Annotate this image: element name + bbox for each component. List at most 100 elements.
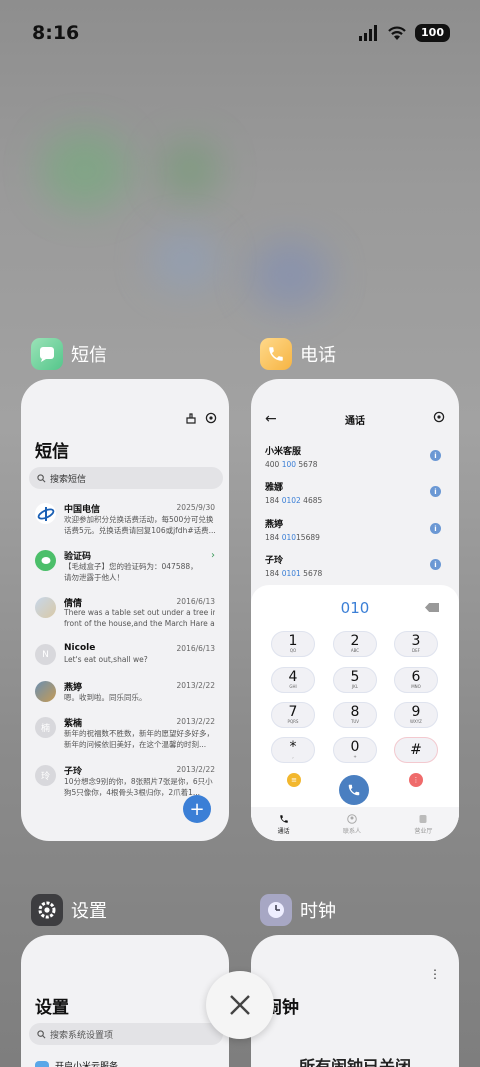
app-label-settings[interactable]: 设置	[31, 894, 107, 926]
sms-header-icons	[185, 412, 217, 424]
avatar	[35, 681, 56, 702]
dial-key-6[interactable]: 6 MNO	[394, 667, 438, 693]
message-preview: 新年的问候依旧美好，在这个温馨的时刻...	[64, 740, 207, 749]
background-blur	[40, 130, 130, 210]
app-label-phone[interactable]: 电话	[260, 338, 336, 370]
phone-tab-bar: 通话 联系人 营业厅	[251, 807, 459, 841]
dial-key-4[interactable]: 4 GHI	[271, 667, 315, 693]
dial-key-7[interactable]: 7 PQRS	[271, 702, 315, 728]
chat-bubble-icon	[35, 550, 56, 571]
settings-app-name: 设置	[71, 901, 107, 922]
sms-page-title: 短信	[35, 442, 69, 462]
contact-number: 184 0101 5678	[265, 569, 323, 578]
settings-search-input[interactable]: 搜索系统设置项	[29, 1023, 223, 1045]
contact-item[interactable]: 子玲 184 0101 5678 i	[265, 553, 445, 583]
info-icon[interactable]: i	[430, 486, 441, 497]
settings-app-card[interactable]: 设置 搜索系统设置项 开启小米云服务	[21, 935, 229, 1067]
app-label-sms[interactable]: 短信	[31, 338, 107, 370]
call-button[interactable]	[339, 775, 369, 805]
contact-item[interactable]: 雅娜 184 0102 4685 i	[265, 480, 445, 510]
info-icon[interactable]: i	[430, 559, 441, 570]
message-preview: front of the house,and the March Hare an…	[64, 619, 215, 628]
phone-app-card[interactable]: ← 通话 小米客服 400 100 5678 i 雅娜 184 0102 468…	[251, 379, 459, 841]
close-icon	[230, 995, 250, 1015]
contact-name: 燕婷	[265, 520, 284, 530]
sms-app-card[interactable]: 短信 搜索短信 中国电信 2025/9/30 欢迎参加积分兑换话费活动，每500…	[21, 379, 229, 841]
dial-key-0[interactable]: 0 +	[333, 737, 377, 763]
settings-gear-icon[interactable]	[433, 411, 445, 423]
settings-item-cloud[interactable]: 开启小米云服务	[35, 1059, 118, 1067]
contacts-icon	[347, 813, 357, 824]
more-options-icon[interactable]: ⋮	[429, 967, 441, 981]
keypad-toggle-icon[interactable]: ⋮	[409, 773, 423, 787]
phone-page-title: 通话	[345, 416, 365, 427]
contact-name: 雅娜	[265, 483, 284, 493]
status-bar: 8:16 100	[0, 0, 480, 66]
clock-app-card[interactable]: ⋮ 闹钟 所有闹钟已关闭	[251, 935, 459, 1067]
avatar: 楠	[35, 717, 56, 738]
info-icon[interactable]: i	[430, 523, 441, 534]
dial-key-9[interactable]: 9 WXYZ	[394, 702, 438, 728]
signal-icon	[359, 25, 378, 41]
phone-icon	[279, 814, 288, 823]
message-preview: 嗯。收到啦。同乐同乐。	[64, 693, 147, 702]
background-blur	[250, 240, 330, 310]
dialpad: 010 1 QO 2 ABC 3 DEF 4 GHI 5 JKL 6 MNO 7 PQRS 8…	[251, 585, 459, 841]
message-date: 2013/2/22	[176, 765, 215, 774]
dial-key-1[interactable]: 1 QO	[271, 631, 315, 657]
message-preview: 话费5元。兑换话费请回复106或jfdh#话费...	[64, 526, 215, 535]
app-label-clock[interactable]: 时钟	[260, 894, 336, 926]
search-icon	[37, 1029, 46, 1038]
sms-search-input[interactable]: 搜索短信	[29, 467, 223, 489]
message-item[interactable]: 验证码 › 【毛绒盒子】您的验证码为：047588， 请勿泄露于他人！	[35, 550, 215, 594]
tab-calls[interactable]: 通话	[278, 814, 290, 835]
cloud-icon	[35, 1060, 49, 1067]
settings-gear-icon[interactable]	[205, 412, 217, 424]
sms-app-name: 短信	[71, 345, 107, 366]
wifi-icon	[388, 26, 406, 40]
clear-all-button[interactable]	[206, 971, 274, 1039]
dial-key-8[interactable]: 8 TUV	[333, 702, 377, 728]
status-time: 8:16	[32, 22, 80, 44]
battery-indicator: 100	[415, 24, 450, 42]
telecom-logo-icon	[35, 503, 56, 524]
alarm-empty-text: 所有闹钟已关闭	[298, 1057, 411, 1067]
info-icon[interactable]: i	[430, 450, 441, 461]
chevron-right-icon: ›	[211, 550, 215, 561]
dial-key-3[interactable]: 3 DEF	[394, 631, 438, 657]
avatar: 玲	[35, 765, 56, 786]
tab-business-hall[interactable]: 营业厅	[414, 814, 432, 835]
menu-icon[interactable]: ≡	[287, 773, 301, 787]
sms-app-icon	[31, 338, 63, 370]
dial-key-2[interactable]: 2 ABC	[333, 631, 377, 657]
message-item[interactable]: 楠 紫楠 2013/2/22 新年的祝福数不胜数，新年的愿望好多好多， 新年的问…	[35, 717, 215, 761]
dial-key-5[interactable]: 5 JKL	[333, 667, 377, 693]
message-date: 2013/2/22	[176, 681, 215, 690]
phone-app-name: 电话	[300, 345, 336, 366]
background-blur	[150, 230, 220, 290]
message-item[interactable]: 倩倩 2016/6/13 There was a table set out u…	[35, 597, 215, 641]
message-preview: 10分想念9别的你，8张照片7张是你，6只小	[64, 777, 213, 786]
contact-name: 小米客服	[265, 447, 302, 457]
message-preview: 【毛绒盒子】您的验证码为：047588，	[64, 562, 198, 571]
new-message-button[interactable]: +	[183, 795, 211, 823]
message-sender: Nicole	[64, 643, 96, 653]
settings-item-label: 开启小米云服务	[55, 1062, 119, 1067]
avatar: N	[35, 644, 56, 665]
tab-contacts[interactable]: 联系人	[343, 813, 361, 835]
search-placeholder: 搜索短信	[50, 474, 87, 485]
contact-item[interactable]: 小米客服 400 100 5678 i	[265, 444, 445, 474]
message-preview: There was a table set out under a tree i…	[64, 608, 215, 617]
contact-number: 184 0102 4685	[265, 496, 323, 505]
cleanup-icon[interactable]	[185, 412, 197, 424]
message-preview: 欢迎参加积分兑换话费活动，每500分可兑换	[64, 515, 214, 524]
message-item[interactable]: 中国电信 2025/9/30 欢迎参加积分兑换话费活动，每500分可兑换 话费5…	[35, 503, 215, 547]
clock-app-name: 时钟	[300, 901, 336, 922]
contact-item[interactable]: 燕婷 184 01015689 i	[265, 517, 445, 547]
dial-key-hash[interactable]: #	[394, 737, 438, 763]
clock-app-icon	[260, 894, 292, 926]
dial-key-star[interactable]: *,	[271, 737, 315, 763]
store-icon	[419, 814, 427, 823]
message-date: 2013/2/22	[176, 717, 215, 726]
search-icon	[37, 473, 46, 482]
